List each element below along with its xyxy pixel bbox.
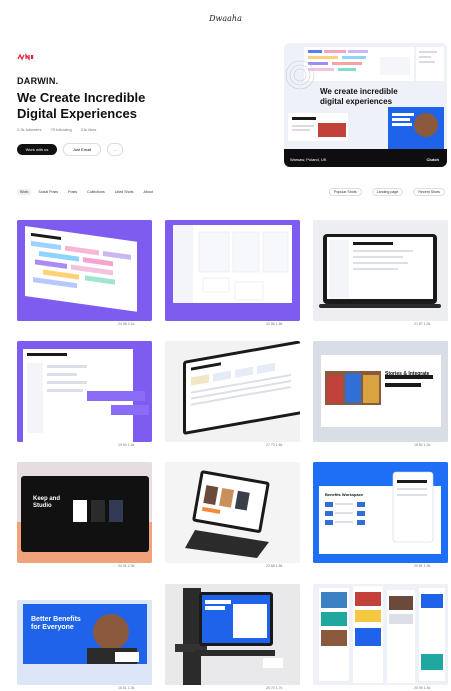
shot-headline: Stories & Integrate: [385, 371, 430, 377]
shot-card[interactable]: [17, 341, 152, 442]
landing-page-pill[interactable]: Landing page: [371, 188, 404, 196]
shot-thumbnail: [17, 462, 152, 563]
shot-thumbnail: [313, 462, 448, 563]
shot-thumbnail: [165, 220, 300, 321]
brand-name: DARWIN.: [17, 76, 59, 86]
more-button[interactable]: ...: [107, 143, 123, 156]
shot-thumbnail: [165, 584, 300, 685]
shot-thumbnail: [17, 220, 152, 321]
shot-headline: Better Benefits for Everyone: [31, 616, 81, 631]
hero-location: Warsaw, Poland, UK: [290, 157, 327, 162]
shot-card[interactable]: [17, 220, 152, 321]
hero-showcase[interactable]: We create incredible digital experiences…: [284, 43, 447, 167]
hero-title: We create incredible digital experiences: [320, 87, 398, 106]
shot-card[interactable]: Benefits Workspace: [313, 462, 448, 563]
shot-headline: Benefits Workspace: [325, 492, 364, 497]
shot-stats: 16 52 1.2k: [414, 443, 431, 447]
sort-pills: Popular Shots Landing page Recent Shots: [329, 188, 445, 196]
shot-thumbnail: [313, 584, 448, 685]
shot-stats: 25 70 1.7k: [266, 686, 283, 690]
profile-stats: 2.3k followers 75 following 21k likes: [17, 127, 104, 132]
hire-button[interactable]: Work with us: [17, 144, 57, 155]
shot-stats: 27 73 1.6k: [266, 443, 283, 447]
headline-line-2: Digital Experiences: [17, 106, 137, 121]
shot-stats: 32 86 1.8k: [266, 322, 283, 326]
shot-card[interactable]: Stories & Integrate: [313, 341, 448, 442]
shot-card[interactable]: [165, 220, 300, 321]
recent-shots-pill[interactable]: Recent Shots: [413, 188, 445, 196]
hero-badge[interactable]: Clutch: [427, 157, 439, 162]
shot-stats: 24 98 2.1k: [118, 322, 135, 326]
shot-stats: 21 57 1.3k: [414, 322, 431, 326]
email-button[interactable]: Just Email: [63, 143, 101, 156]
shot-card[interactable]: [165, 462, 300, 563]
brand-logo-icon: [17, 53, 34, 61]
shot-thumbnail: [17, 584, 152, 685]
shot-card[interactable]: Keep and Studio: [17, 462, 152, 563]
shot-card[interactable]: Better Benefits for Everyone: [17, 584, 152, 685]
shot-tabs: Work Social Posts Posts Collections Like…: [17, 189, 156, 195]
page-title: We Create Incredible Digital Experiences: [17, 90, 217, 122]
site-logo[interactable]: Dwaaha: [0, 14, 451, 23]
followers-count[interactable]: 2.3k followers: [17, 127, 41, 132]
shot-stats: 29 81 1.9k: [414, 564, 431, 568]
shot-headline: Keep and Studio: [33, 496, 61, 509]
shot-thumbnail: [17, 341, 152, 442]
shot-thumbnail: [165, 462, 300, 563]
tab-about[interactable]: About: [140, 189, 155, 195]
likes-count: 21k likes: [80, 127, 97, 132]
profile-actions: Work with us Just Email ...: [17, 143, 123, 156]
tab-liked-shots[interactable]: Liked Shots: [112, 189, 137, 195]
shot-thumbnail: [165, 341, 300, 442]
shot-card[interactable]: [165, 341, 300, 442]
tab-work[interactable]: Work: [17, 189, 32, 195]
shot-thumbnail: [313, 341, 448, 442]
popular-shots-pill[interactable]: Popular Shots: [329, 188, 362, 196]
shot-stats: 20 59 1.4k: [414, 686, 431, 690]
following-count[interactable]: 75 following: [51, 127, 72, 132]
shot-stats: 34 91 2.3k: [118, 564, 135, 568]
shot-card[interactable]: [165, 584, 300, 685]
headline-line-1: We Create Incredible: [17, 90, 146, 105]
shot-stats: 19 64 1.4k: [118, 443, 135, 447]
shot-stats: 22 66 1.5k: [266, 564, 283, 568]
tab-social-posts[interactable]: Social Posts: [35, 189, 61, 195]
tab-collections[interactable]: Collections: [84, 189, 108, 195]
shot-thumbnail: [313, 220, 448, 321]
shot-card[interactable]: [313, 584, 448, 685]
shot-stats: 18 61 1.3k: [118, 686, 135, 690]
tab-posts[interactable]: Posts: [65, 189, 80, 195]
shot-card[interactable]: [313, 220, 448, 321]
